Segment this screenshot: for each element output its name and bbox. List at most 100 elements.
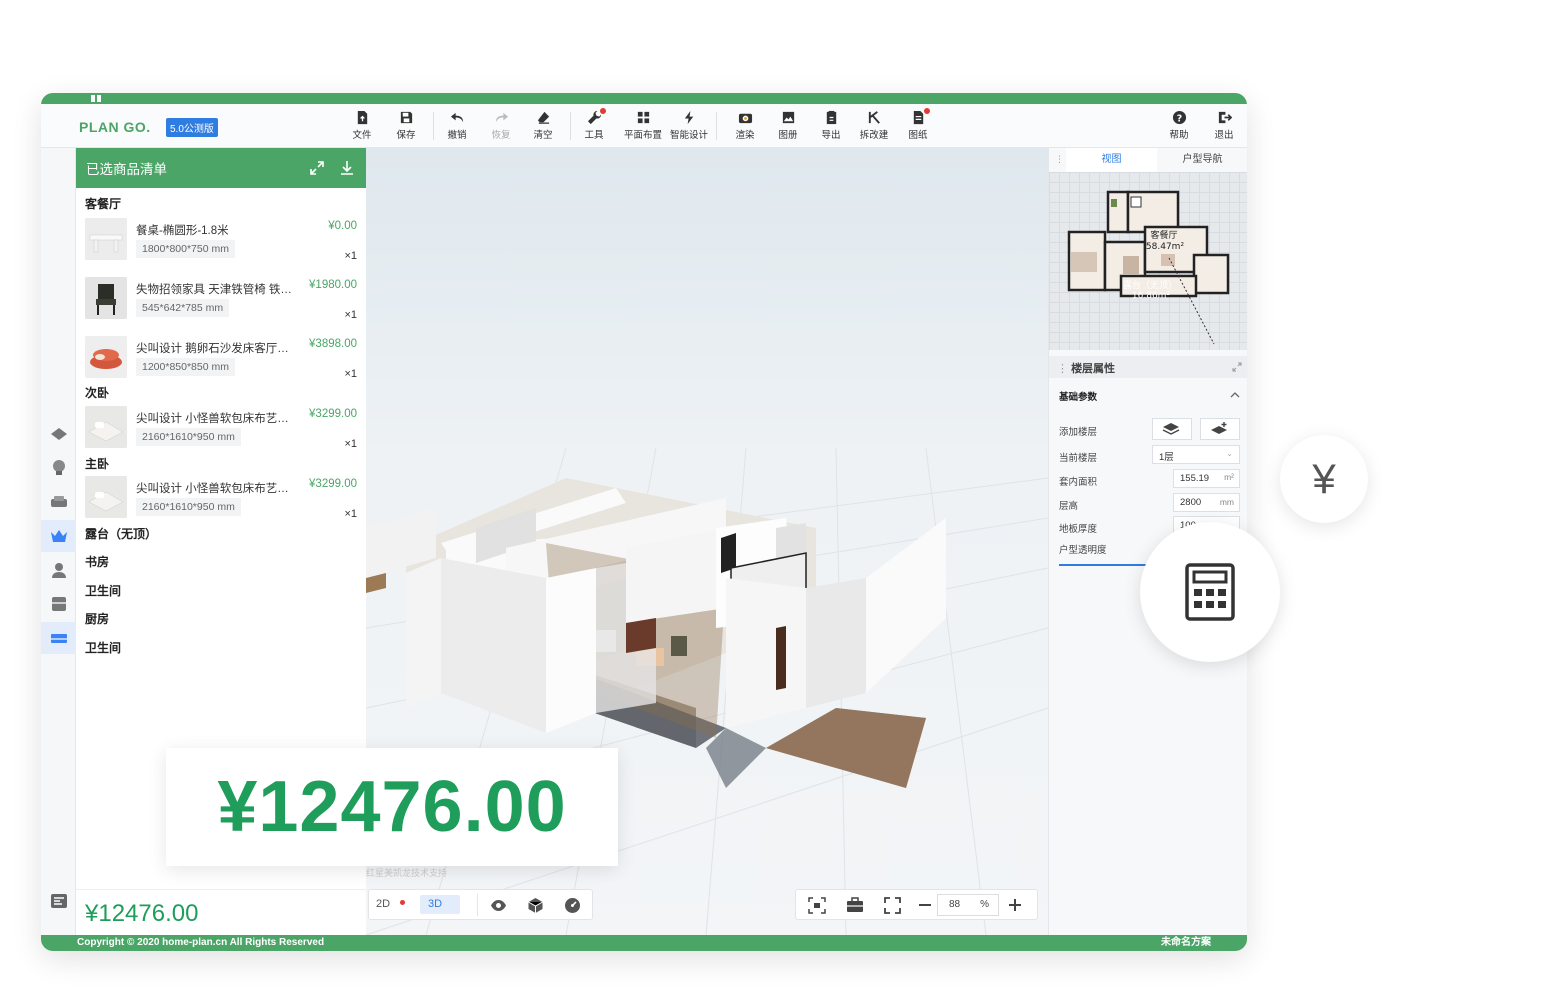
tool-label: 导出 [821, 130, 841, 141]
map-label-terrace: 露台（无顶） [1123, 279, 1177, 291]
product-size: 2160*1610*950 mm [136, 428, 241, 446]
zoom-input[interactable]: 88 % [937, 894, 999, 916]
tool-label: 保存 [396, 130, 416, 141]
rail-user[interactable] [41, 554, 76, 586]
tool-tools[interactable]: 工具 [572, 108, 616, 141]
download-icon[interactable] [339, 160, 355, 176]
list-item[interactable]: 失物招领家具 天津铁管椅 铁… ¥1980.00 545*642*785 mm … [85, 277, 357, 327]
exit-button[interactable]: 退出 [1202, 110, 1246, 141]
help-button[interactable]: ? 帮助 [1157, 110, 1201, 141]
product-size: 1800*800*750 mm [136, 240, 235, 258]
tab-navigator[interactable]: 户型导航 [1157, 148, 1247, 172]
list-item[interactable]: 尖叫设计 小怪兽软包床布艺… ¥3299.00 2160*1610*950 mm… [85, 476, 357, 526]
notification-dot [400, 900, 405, 905]
exit-icon [1218, 111, 1232, 124]
tool-file[interactable]: 文件 [340, 110, 384, 141]
tool-render[interactable]: 渲染 [723, 110, 767, 141]
view-controls: 2D 3D [368, 889, 593, 920]
expand-icon[interactable] [309, 160, 325, 176]
tool-redo[interactable]: 恢复 [479, 110, 523, 141]
tool-drawing[interactable]: 图纸 [896, 108, 940, 141]
section-title: 楼层属性 [1071, 363, 1116, 375]
list-item[interactable]: 尖叫设计 鹅卵石沙发床客厅… ¥3898.00 1200*850*850 mm … [85, 336, 357, 386]
tool-clear[interactable]: 清空 [521, 110, 565, 141]
drag-handle-icon[interactable]: ⋮ [1057, 363, 1068, 375]
divider [477, 894, 478, 916]
tool-undo[interactable]: 撤销 [435, 110, 479, 141]
product-price: ¥3299.00 [309, 408, 357, 420]
product-name: 失物招领家具 天津铁管椅 铁… [136, 284, 292, 296]
wrench-icon [587, 110, 601, 125]
calculator-badge [1140, 522, 1280, 662]
room-name: 次卧 [85, 386, 110, 400]
gauge-icon[interactable] [564, 897, 581, 914]
add-floor-above-button[interactable] [1200, 418, 1240, 440]
album-icon [782, 111, 794, 124]
pause-icon[interactable] [91, 95, 102, 102]
room-name: 露台（无顶） [85, 527, 158, 541]
product-qty: ×1 [344, 508, 357, 520]
room-name: 卫生间 [85, 584, 122, 598]
lightning-icon [684, 110, 693, 125]
current-floor-select[interactable]: 1层 ⌄ [1152, 445, 1240, 464]
tool-demolish[interactable]: 拆改建 [852, 110, 896, 141]
toolbox-icon[interactable] [846, 897, 864, 914]
zoom-in-icon[interactable] [1008, 898, 1022, 912]
rail-furniture[interactable] [41, 486, 76, 518]
rail-favorites[interactable] [41, 520, 76, 552]
tool-label: 平面布置 [623, 130, 662, 141]
rail-lighting[interactable] [41, 452, 76, 484]
tool-export[interactable]: 导出 [809, 110, 853, 141]
tool-smart-design[interactable]: 智能设计 [664, 110, 714, 141]
drawing-icon [913, 110, 923, 125]
rail-kitchen[interactable] [41, 588, 76, 620]
tool-save[interactable]: 保存 [384, 110, 428, 141]
rail-settings[interactable] [41, 885, 76, 917]
area-field[interactable]: 155.19 m² [1173, 469, 1240, 488]
panel-header: 已选商品清单 [76, 148, 366, 188]
current-floor-label: 当前楼层 [1059, 453, 1098, 464]
product-size: 545*642*785 mm [136, 299, 230, 317]
window-top-bar [41, 93, 1247, 104]
drag-handle-icon[interactable]: ⋮ [1055, 154, 1064, 165]
add-floor-below-button[interactable] [1152, 418, 1192, 440]
basic-params-title: 基础参数 [1059, 392, 1098, 403]
product-price: ¥0.00 [328, 220, 357, 232]
height-field[interactable]: 2800 mm [1173, 493, 1240, 512]
tab-view[interactable]: 视图 [1066, 148, 1157, 172]
tool-label: 图纸 [908, 130, 928, 141]
cube-icon[interactable] [527, 897, 544, 914]
height-unit: mm [1219, 497, 1234, 507]
floor-plan-minimap[interactable]: 客餐厅 58.47m² 露台（无顶） 16.86m² [1049, 172, 1247, 350]
fit-view-icon[interactable] [808, 897, 826, 914]
view-2d-button[interactable]: 2D [376, 898, 390, 910]
eye-icon[interactable] [490, 897, 507, 914]
plan-name: 未命名方案 [1161, 937, 1211, 948]
basic-params-header[interactable]: 基础参数 [1049, 384, 1247, 410]
tool-label: 拆改建 [859, 130, 889, 141]
toolbar: PLAN GO. 5.0公测版 文件 保存 撤销 恢复 清空 工具 平面布置 智… [41, 104, 1247, 148]
expand-icon[interactable] [1232, 362, 1242, 372]
price-highlight-card: ¥12476.00 [166, 748, 618, 866]
sofa-icon [50, 496, 67, 507]
product-qty: ×1 [344, 368, 357, 380]
crown-icon [50, 530, 67, 542]
bulb-icon [52, 460, 65, 475]
list-item[interactable]: 餐桌-椭圆形-1.8米 ¥0.00 1800*800*750 mm ×1 [85, 218, 357, 268]
area-value: 155.19 [1180, 473, 1210, 484]
view-3d-button[interactable]: 3D [420, 895, 460, 914]
cabinet-icon [51, 597, 66, 611]
tool-label: 恢复 [491, 130, 511, 141]
notification-dot [924, 108, 930, 114]
zoom-out-icon[interactable] [918, 898, 932, 912]
rail-structure[interactable] [41, 418, 76, 450]
notification-dot [600, 108, 606, 114]
fullscreen-icon[interactable] [884, 897, 901, 914]
watermark: 红星美凯龙技术支持 [366, 868, 448, 878]
list-item[interactable]: 尖叫设计 小怪兽软包床布艺… ¥3299.00 2160*1610*950 mm… [85, 406, 357, 456]
transparency-slider[interactable] [1059, 564, 1147, 566]
tool-layout[interactable]: 平面布置 [618, 110, 668, 141]
tool-album[interactable]: 图册 [766, 110, 810, 141]
product-name: 餐桌-椭圆形-1.8米 [136, 225, 229, 237]
rail-list[interactable] [41, 622, 76, 654]
